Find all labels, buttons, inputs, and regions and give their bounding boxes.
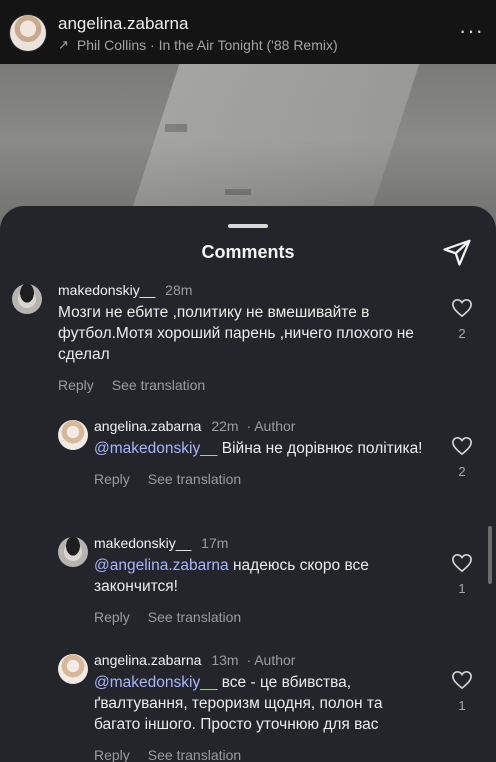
comment-body: Війна не дорівнює політика! [221,440,423,457]
paper-plane-icon[interactable] [442,237,472,267]
comment-username[interactable]: angelina.zabarna [94,652,201,668]
like-count: 1 [458,698,466,713]
comment-time: 28m [165,282,193,298]
mention-link[interactable]: @makedonskiy__ [94,440,217,457]
comment-time: 17m [201,535,229,551]
music-row[interactable]: ↗ Phil Collins · In the Air Tonight ('88… [58,37,338,53]
header-avatar[interactable] [10,15,46,51]
comment-username[interactable]: makedonskiy__ [58,282,155,298]
comment-body: Мозги не ебите ,политику не вмешивайте в… [58,304,414,363]
comment-text: Мозги не ебите ,политику не вмешивайте в… [58,302,430,365]
reply-button[interactable]: Reply [94,609,130,625]
music-label: Phil Collins · In the Air Tonight ('88 R… [76,37,338,53]
comments-title: Comments [201,242,295,262]
heart-icon[interactable] [451,670,473,690]
avatar[interactable] [58,537,88,567]
comment-text: @makedonskiy__ все - це вбивства, ґвалту… [94,672,424,735]
more-icon[interactable]: ··· [459,20,484,42]
mention-link[interactable]: @angelina.zabarna [94,557,229,574]
drag-handle[interactable] [228,224,268,228]
author-tag: · Author [246,418,296,434]
comment-username[interactable]: makedonskiy__ [94,535,191,551]
header-username[interactable]: angelina.zabarna [58,14,188,34]
story-header: angelina.zabarna ↗ Phil Collins · In the… [0,0,496,64]
see-translation-button[interactable]: See translation [148,609,241,625]
reply-button[interactable]: Reply [94,747,130,762]
heart-icon[interactable] [451,436,473,456]
comment-text: @makedonskiy__ Війна не дорівнює політик… [94,438,424,459]
comment-text: @angelina.zabarna надеюсь скоро все зако… [94,555,424,597]
comments-sheet: Comments makedonskiy__ 28m Мозги не ебит… [0,206,496,762]
see-translation-button[interactable]: See translation [148,471,241,487]
heart-icon[interactable] [451,298,473,318]
see-translation-button[interactable]: See translation [148,747,241,762]
reply-button[interactable]: Reply [58,377,94,393]
author-tag: · Author [246,652,296,668]
mention-link[interactable]: @makedonskiy__ [94,674,217,691]
avatar[interactable] [12,284,42,314]
comment-time: 13m [211,652,239,668]
like-count: 2 [458,326,466,341]
photo-detail [165,124,187,132]
avatar[interactable] [58,420,88,450]
like-count: 1 [458,581,466,596]
scrollbar[interactable] [488,526,492,584]
comment-time: 22m [211,418,239,434]
reply-button[interactable]: Reply [94,471,130,487]
see-translation-button[interactable]: See translation [112,377,205,393]
like-count: 2 [458,464,466,479]
comment-username[interactable]: angelina.zabarna [94,418,201,434]
photo-detail [225,189,251,195]
avatar[interactable] [58,654,88,684]
arrow-music-icon: ↗ [58,37,69,52]
heart-icon[interactable] [451,553,473,573]
